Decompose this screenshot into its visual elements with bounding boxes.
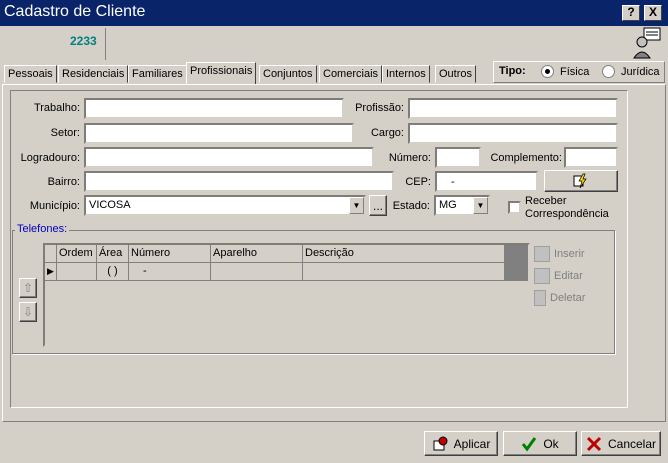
setor-input[interactable] — [84, 123, 354, 144]
telefones-legend: Telefones: — [15, 223, 70, 235]
radio-fisica-label[interactable]: Física — [560, 66, 589, 78]
col-descricao[interactable]: Descrição — [303, 245, 505, 263]
bairro-input[interactable] — [84, 171, 394, 192]
aplicar-button[interactable]: Aplicar — [424, 431, 498, 456]
cancelar-label: Cancelar — [607, 436, 657, 451]
close-button[interactable]: X — [644, 5, 662, 21]
cell-numero[interactable]: - — [129, 263, 211, 281]
edit-icon — [534, 268, 550, 284]
apply-icon — [433, 436, 448, 450]
tab-residenciais[interactable]: Residenciais — [58, 65, 129, 83]
insert-icon — [534, 246, 550, 262]
row-indicator-icon: ▶ — [45, 263, 57, 281]
tipo-label: Tipo: — [499, 65, 526, 77]
cargo-input[interactable] — [408, 123, 618, 144]
tab-pessoais[interactable]: Pessoais — [4, 65, 57, 83]
cancelar-button[interactable]: Cancelar — [581, 431, 661, 456]
municipio-label: Município: — [29, 200, 80, 212]
estado-value: MG — [439, 199, 457, 211]
tab-internos[interactable]: Internos — [382, 65, 430, 83]
deletar-button[interactable]: Deletar — [534, 290, 585, 306]
cell-ordem[interactable] — [57, 263, 97, 281]
grid-empty-area — [45, 281, 528, 345]
telefones-grid[interactable]: Ordem Área Número Aparelho Descrição ▶ (… — [43, 243, 530, 347]
logradouro-label: Logradouro: — [20, 152, 80, 164]
receber-label-1: Receber — [525, 195, 567, 207]
cep-input[interactable] — [435, 171, 538, 192]
numero-input[interactable] — [435, 147, 481, 168]
receber-checkbox[interactable] — [508, 201, 521, 214]
tab-familiares[interactable]: Familiares — [128, 65, 187, 83]
cross-icon — [586, 436, 602, 451]
arrow-down-icon: ⇩ — [22, 305, 34, 319]
grid-corner — [45, 245, 57, 263]
user-wizard-icon[interactable] — [630, 26, 664, 60]
complemento-input[interactable] — [564, 147, 618, 168]
profissao-input[interactable] — [408, 98, 618, 119]
tab-profissionais[interactable]: Profissionais — [186, 62, 257, 84]
tab-outros[interactable]: Outros — [435, 65, 477, 83]
trabalho-label: Trabalho: — [33, 102, 80, 114]
table-row[interactable]: ▶ ( ) - — [45, 263, 505, 281]
tipo-group: Tipo: Física Jurídica — [493, 61, 665, 83]
client-code: 2233 — [70, 34, 97, 48]
chevron-down-icon[interactable]: ▼ — [473, 197, 488, 214]
col-numero[interactable]: Número — [129, 245, 211, 263]
bairro-label: Bairro: — [47, 176, 80, 188]
receber-label-2: Correspondência — [525, 208, 609, 220]
numero-label: Número: — [388, 152, 431, 164]
move-down-button[interactable]: ⇩ — [19, 302, 37, 322]
code-panel: 2233 — [2, 28, 106, 60]
municipio-browse-button[interactable]: ... — [369, 195, 387, 216]
col-aparelho[interactable]: Aparelho — [211, 245, 303, 263]
title-bar: Cadastro de Cliente ? X — [0, 0, 668, 26]
window-title: Cadastro de Cliente — [4, 3, 146, 20]
ok-button[interactable]: Ok — [503, 431, 577, 456]
editar-label: Editar — [554, 270, 583, 282]
cell-area[interactable]: ( ) — [97, 263, 129, 281]
inserir-label: Inserir — [554, 248, 585, 260]
cep-lookup-button[interactable] — [544, 170, 618, 192]
ok-label: Ok — [543, 436, 559, 451]
cargo-label: Cargo: — [370, 127, 404, 139]
cell-descricao[interactable] — [303, 263, 505, 281]
deletar-label: Deletar — [550, 292, 586, 304]
cep-label: CEP: — [405, 176, 431, 188]
logradouro-input[interactable] — [84, 147, 374, 168]
cell-aparelho[interactable] — [211, 263, 303, 281]
profissao-label: Profissão: — [355, 102, 404, 114]
tab-comerciais[interactable]: Comerciais — [319, 65, 383, 83]
tab-conjuntos[interactable]: Conjuntos — [259, 65, 317, 83]
arrow-up-icon: ⇧ — [22, 281, 34, 295]
check-icon — [522, 436, 537, 451]
municipio-select[interactable]: VICOSA ▼ — [84, 195, 366, 216]
aplicar-label: Aplicar — [453, 436, 491, 451]
radio-fisica[interactable] — [541, 65, 554, 78]
chevron-down-icon[interactable]: ▼ — [349, 197, 364, 214]
col-ordem[interactable]: Ordem — [57, 245, 97, 263]
municipio-value: VICOSA — [89, 199, 131, 211]
trash-icon — [534, 290, 546, 306]
col-area[interactable]: Área — [97, 245, 129, 263]
inserir-button[interactable]: Inserir — [534, 246, 585, 262]
setor-label: Setor: — [50, 127, 80, 139]
help-button[interactable]: ? — [622, 5, 640, 21]
estado-select[interactable]: MG ▼ — [434, 195, 490, 216]
lightning-search-icon — [573, 173, 587, 189]
move-up-button[interactable]: ⇧ — [19, 278, 37, 298]
complemento-label: Complemento: — [490, 152, 562, 164]
radio-juridica[interactable] — [602, 65, 615, 78]
editar-button[interactable]: Editar — [534, 268, 583, 284]
trabalho-input[interactable] — [84, 98, 344, 119]
radio-juridica-label[interactable]: Jurídica — [621, 66, 660, 78]
estado-label: Estado: — [392, 200, 430, 212]
